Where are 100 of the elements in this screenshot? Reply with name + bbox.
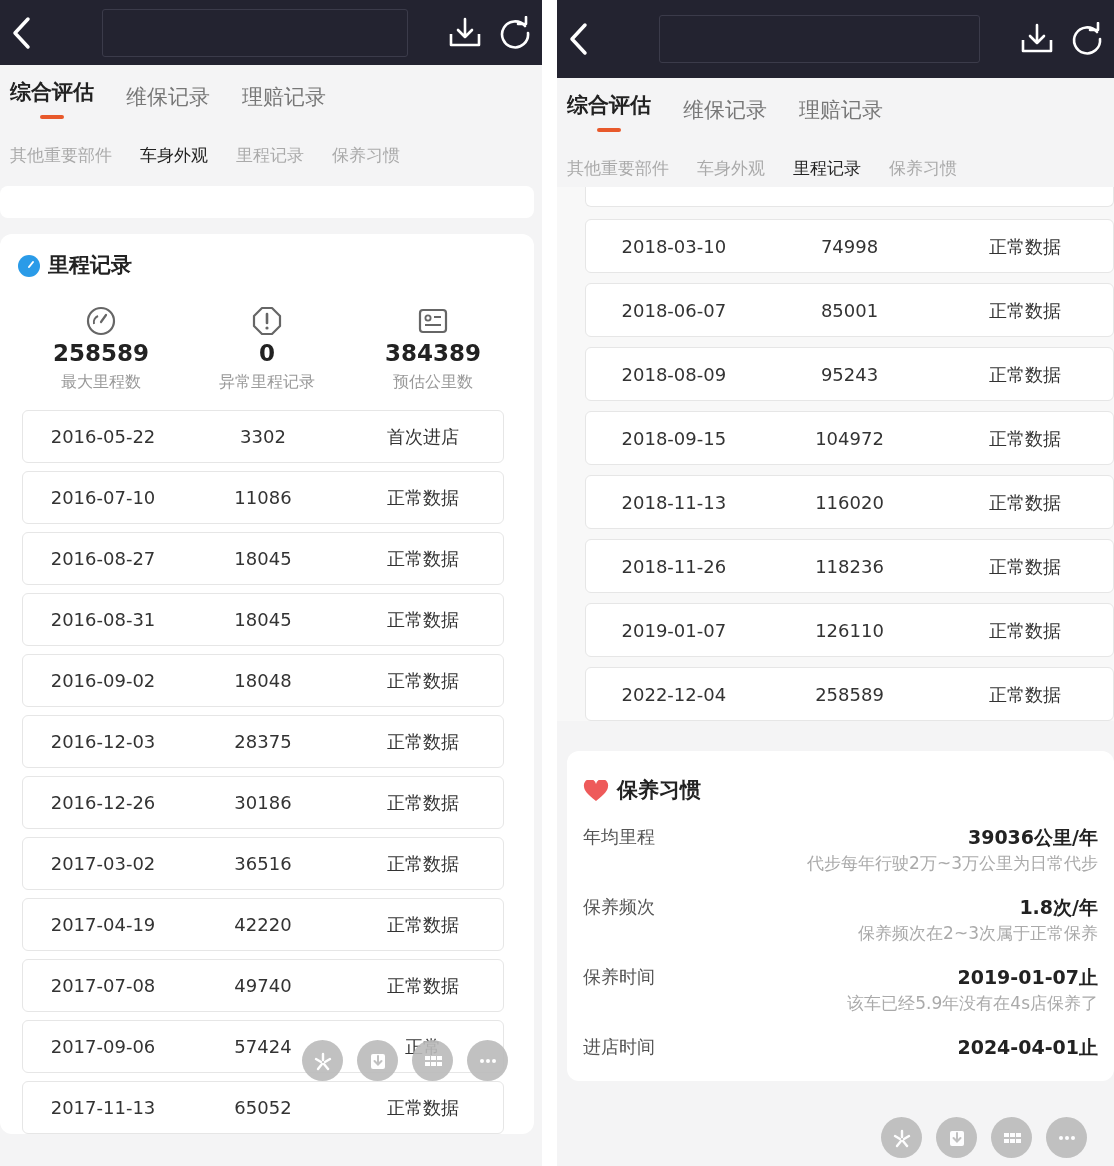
record-status: 正常数据 — [386, 791, 460, 815]
tab[interactable]: 综合评估 — [567, 90, 651, 142]
record-mileage: 258589 — [814, 682, 885, 707]
back-icon[interactable] — [567, 22, 589, 56]
more-button[interactable] — [1046, 1117, 1087, 1158]
stat-label: 异常里程记录 — [218, 371, 316, 393]
record-date: 2017-07-08 — [49, 974, 157, 998]
record-status: 正常数据 — [386, 608, 460, 632]
record-status: 正常数据 — [988, 618, 1063, 643]
record-date: 2016-09-02 — [49, 669, 157, 693]
section-title: 里程记录 — [48, 252, 132, 279]
record-mileage: 18045 — [233, 547, 293, 571]
record-status: 正常数据 — [988, 554, 1063, 579]
record-status: 正常 — [404, 1035, 442, 1059]
sparkle-icon — [891, 1127, 912, 1148]
sub-tab[interactable]: 保养习惯 — [889, 155, 957, 181]
heart-icon — [583, 779, 609, 802]
record-status: 正常数据 — [988, 234, 1063, 259]
habit-label: 保养频次 — [583, 894, 655, 919]
record-date: 2017-09-06 — [49, 1035, 157, 1059]
record-status: 正常数据 — [386, 486, 460, 510]
grid-button[interactable] — [991, 1117, 1032, 1158]
record-date: 2018-03-10 — [620, 234, 728, 259]
record-status: 正常数据 — [386, 547, 460, 571]
record-status: 正常数据 — [386, 852, 460, 876]
record-date: 2018-06-07 — [620, 298, 728, 323]
habit-note: 代步每年行驶2万~3万公里为日常代步 — [807, 852, 1098, 875]
record-date: 2018-11-26 — [620, 554, 728, 579]
sub-tab[interactable]: 里程记录 — [236, 142, 304, 168]
record-date: 2016-12-03 — [49, 730, 157, 754]
tab[interactable]: 维保记录 — [683, 90, 767, 142]
tab[interactable]: 理赔记录 — [799, 90, 883, 142]
record-status: 首次进店 — [386, 425, 460, 449]
record-status: 正常数据 — [988, 362, 1063, 387]
record-date: 2018-11-13 — [620, 490, 728, 515]
record-status: 正常数据 — [386, 974, 460, 998]
record-date: 2016-12-26 — [49, 791, 157, 815]
habit-label: 年均里程 — [583, 824, 655, 849]
sparkle-icon — [312, 1050, 333, 1071]
record-date: 2018-08-09 — [620, 362, 728, 387]
record-status: 正常数据 — [988, 298, 1063, 323]
record-date: 2017-04-19 — [49, 913, 157, 937]
record-date: 2016-05-22 — [49, 425, 157, 449]
habit-value: 39036公里/年 — [966, 824, 1098, 850]
sub-tab[interactable]: 车身外观 — [697, 155, 765, 181]
record-mileage: 65052 — [233, 1096, 293, 1120]
record-date: 2017-03-02 — [49, 852, 157, 876]
record-date: 2022-12-04 — [620, 682, 728, 707]
record-mileage: 18048 — [233, 669, 293, 693]
tab[interactable]: 维保记录 — [126, 77, 210, 129]
record-date: 2019-01-07 — [620, 618, 728, 643]
habit-note: 该车已经5.9年没有在4s店保养了 — [847, 992, 1098, 1015]
record-mileage: 3302 — [239, 425, 287, 449]
sub-tab[interactable]: 其他重要部件 — [10, 142, 112, 168]
record-mileage: 95243 — [819, 362, 880, 387]
habit-value: 1.8次/年 — [1018, 894, 1098, 920]
sub-tab[interactable]: 里程记录 — [793, 155, 861, 181]
tab[interactable]: 理赔记录 — [242, 77, 326, 129]
record-mileage: 11086 — [233, 486, 293, 510]
record-date: 2016-08-27 — [49, 547, 157, 571]
stat-value: 258589 — [52, 338, 150, 368]
record-date: 2016-07-10 — [49, 486, 157, 510]
gauge-icon — [18, 254, 40, 277]
record-mileage: 104972 — [814, 426, 885, 451]
habit-value: 2024-04-01止 — [957, 1034, 1098, 1060]
sparkle-button[interactable] — [881, 1117, 922, 1158]
record-mileage: 116020 — [814, 490, 885, 515]
record-mileage: 30186 — [233, 791, 293, 815]
stat-value: 384389 — [384, 338, 482, 368]
record-mileage: 85001 — [819, 298, 880, 323]
record-mileage: 118236 — [814, 554, 885, 579]
habit-note: 保养频次在2~3次属于正常保养 — [858, 922, 1098, 945]
record-mileage: 18045 — [233, 608, 293, 632]
habit-label: 保养时间 — [583, 964, 655, 989]
stat-value: 0 — [258, 338, 276, 368]
back-icon[interactable] — [10, 15, 32, 50]
record-mileage: 49740 — [233, 974, 293, 998]
record-status: 正常数据 — [386, 730, 460, 754]
habit-label: 进店时间 — [583, 1034, 655, 1059]
record-status: 正常数据 — [386, 913, 460, 937]
record-date: 2016-08-31 — [49, 608, 157, 632]
record-status: 正常数据 — [988, 682, 1063, 707]
record-date: 2017-11-13 — [49, 1096, 157, 1120]
record-mileage: 28375 — [233, 730, 293, 754]
sub-tab[interactable]: 其他重要部件 — [567, 155, 669, 181]
alert-icon — [252, 305, 282, 336]
tab[interactable]: 综合评估 — [10, 77, 94, 129]
sub-tab[interactable]: 车身外观 — [140, 142, 208, 168]
record-status: 正常数据 — [988, 426, 1063, 451]
section-title: 保养习惯 — [617, 777, 701, 804]
record-mileage: 42220 — [233, 913, 293, 937]
record-mileage: 36516 — [233, 852, 293, 876]
refresh-icon[interactable] — [498, 15, 532, 50]
record-mileage: 126110 — [814, 618, 885, 643]
record-status: 正常数据 — [386, 1096, 460, 1120]
refresh-icon[interactable] — [1070, 22, 1104, 56]
record-mileage: 57424 — [233, 1035, 293, 1059]
record-mileage: 74998 — [819, 234, 880, 259]
sub-tab[interactable]: 保养习惯 — [332, 142, 400, 168]
download-button[interactable] — [936, 1117, 977, 1158]
